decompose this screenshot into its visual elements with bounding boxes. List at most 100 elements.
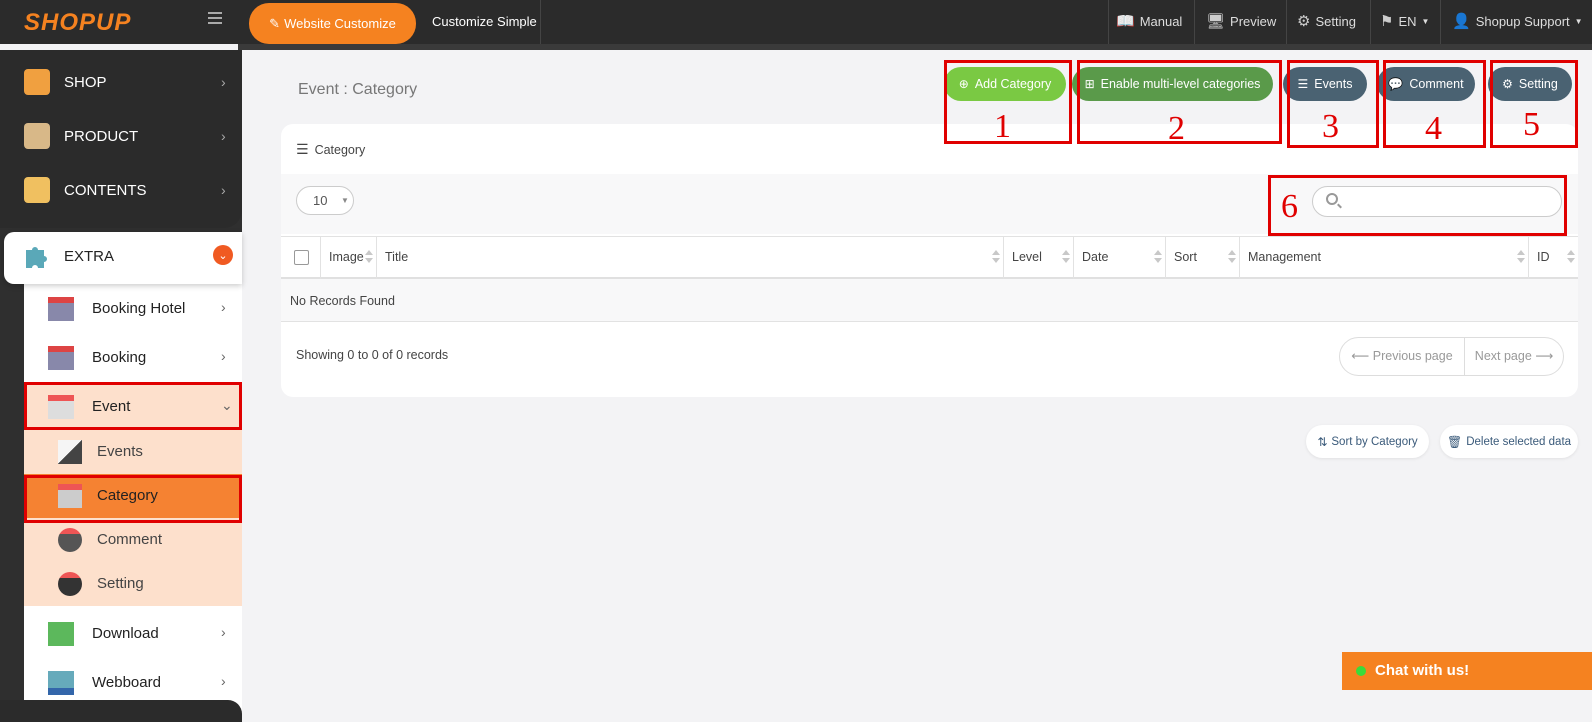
top-divider [1440,0,1441,44]
annotation-number-2: 2 [1168,110,1185,147]
sort-icon [1228,250,1236,264]
top-divider [540,0,541,44]
top-divider [1194,0,1195,44]
annotation-number-1: 1 [994,108,1011,145]
sidebar-subitem-events[interactable]: Events [24,430,242,474]
person-icon: 👤 [1452,13,1471,30]
column-header-management[interactable]: Management [1239,236,1528,279]
sort-icon [1154,250,1162,264]
caret-down-icon: ▼ [1421,16,1430,26]
top-divider [1286,0,1287,44]
website-customize-button[interactable]: ✎ Website Customize [249,3,416,44]
next-page-button[interactable]: Next page ⟶ [1465,338,1563,375]
preview-link[interactable]: 🖥 Preview [1206,12,1276,30]
annotation-number-4: 4 [1425,110,1442,147]
caret-down-icon: ▼ [341,196,349,205]
gear-icon: ⚙ [1297,13,1311,30]
list-icon: ☰ [296,141,309,157]
page-size-select[interactable]: 10 ▼ [296,186,354,215]
contents-icon [24,177,50,203]
annotation-box-6 [1268,175,1567,236]
puzzle-icon [26,247,47,268]
extra-label: EXTRA [64,248,115,265]
hotel-icon [48,297,74,321]
monitor-icon: 🖥 [1206,13,1226,30]
sidebar-subitem-comment[interactable]: Comment [24,518,242,562]
column-header-sort[interactable]: Sort [1165,236,1239,279]
sidebar-footer [0,700,242,722]
language-dropdown[interactable]: ⚑ EN ▼ [1380,12,1429,30]
column-header-image[interactable]: Image [320,236,376,279]
column-header-level[interactable]: Level [1003,236,1073,279]
column-header-title[interactable]: Title [376,236,1003,279]
top-bar-divider [238,44,1592,50]
website-customize-label: Website Customize [284,16,396,31]
top-divider [1108,0,1109,44]
shop-icon [24,69,50,95]
sidebar-item-extra[interactable]: EXTRA ⌄ [4,232,242,284]
chat-label: Chat with us! [1375,662,1470,679]
support-dropdown[interactable]: 👤 Shopup Support ▼ [1452,12,1583,30]
delete-selected-button[interactable]: 🗑 Delete selected data [1440,425,1578,458]
edit-pencil-icon [58,440,82,464]
chevron-down-icon[interactable]: ⌄ [213,245,233,265]
annotation-number-3: 3 [1322,108,1339,145]
flag-icon: ⚑ [1380,13,1394,30]
annotation-number-5: 5 [1523,106,1540,143]
gear-icon [58,572,82,596]
sidebar-item-booking[interactable]: Booking › [24,334,242,382]
chevron-right-icon: › [221,348,226,364]
sidebar-item-shop[interactable]: SHOP › [0,55,242,109]
online-status-icon [1356,666,1366,676]
select-all-checkbox[interactable] [294,250,309,265]
no-records-text: No Records Found [290,294,395,308]
chevron-right-icon: › [221,673,226,689]
chevron-right-icon: › [221,128,226,144]
sort-icon [1567,250,1575,264]
sort-icon [992,250,1000,264]
card-title: ☰ Category [296,141,366,157]
webboard-icon [48,671,74,695]
chevron-right-icon: › [221,74,226,90]
manual-link[interactable]: 📖 Manual [1116,12,1182,30]
sort-icon [1062,250,1070,264]
sort-alpha-icon: ⇅ [1317,434,1328,449]
pagination: ⟵ Previous page Next page ⟶ [1339,337,1564,376]
highlight-box-event [24,382,242,430]
annotation-number-6: 6 [1281,188,1298,225]
preview-label: Preview [1230,13,1277,29]
column-header-id[interactable]: ID [1528,236,1578,279]
chevron-right-icon: › [221,182,226,198]
download-folder-icon [48,622,74,646]
sidebar-item-booking-hotel[interactable]: Booking Hotel › [24,285,242,333]
trash-icon: 🗑 [1446,434,1463,449]
magic-wand-icon: ✎ [269,15,281,31]
setting-link[interactable]: ⚙ Setting [1297,12,1356,30]
top-divider [1370,0,1371,44]
records-summary: Showing 0 to 0 of 0 records [296,348,449,362]
language-label: EN [1398,13,1417,29]
support-label: Shopup Support [1475,13,1570,29]
manual-label: Manual [1139,13,1183,29]
sidebar-item-product[interactable]: PRODUCT › [0,109,242,163]
menu-toggle-icon[interactable] [208,12,222,24]
book-icon: 📖 [1116,13,1135,30]
caret-down-icon: ▼ [1574,16,1583,26]
sidebar-item-download[interactable]: Download › [24,610,242,658]
setting-label: Setting [1315,13,1356,29]
sidebar-subitem-setting[interactable]: Setting [24,562,242,606]
page-title: Event : Category [298,81,418,98]
comment-bubble-icon [58,528,82,552]
sidebar-item-contents[interactable]: CONTENTS › [0,163,242,217]
chevron-right-icon: › [221,299,226,315]
product-bag-icon [24,123,50,149]
empty-table-row [281,279,1578,322]
chat-widget[interactable]: Chat with us! [1342,652,1592,690]
chevron-right-icon: › [221,624,226,640]
column-header-date[interactable]: Date [1073,236,1165,279]
previous-page-button[interactable]: ⟵ Previous page [1340,338,1465,375]
shopup-logo[interactable]: SHOPUP [24,9,131,37]
sort-icon [1517,250,1525,264]
sort-by-category-button[interactable]: ⇅ Sort by Category [1306,425,1429,458]
customize-simple-link[interactable]: Customize Simple [432,14,537,29]
